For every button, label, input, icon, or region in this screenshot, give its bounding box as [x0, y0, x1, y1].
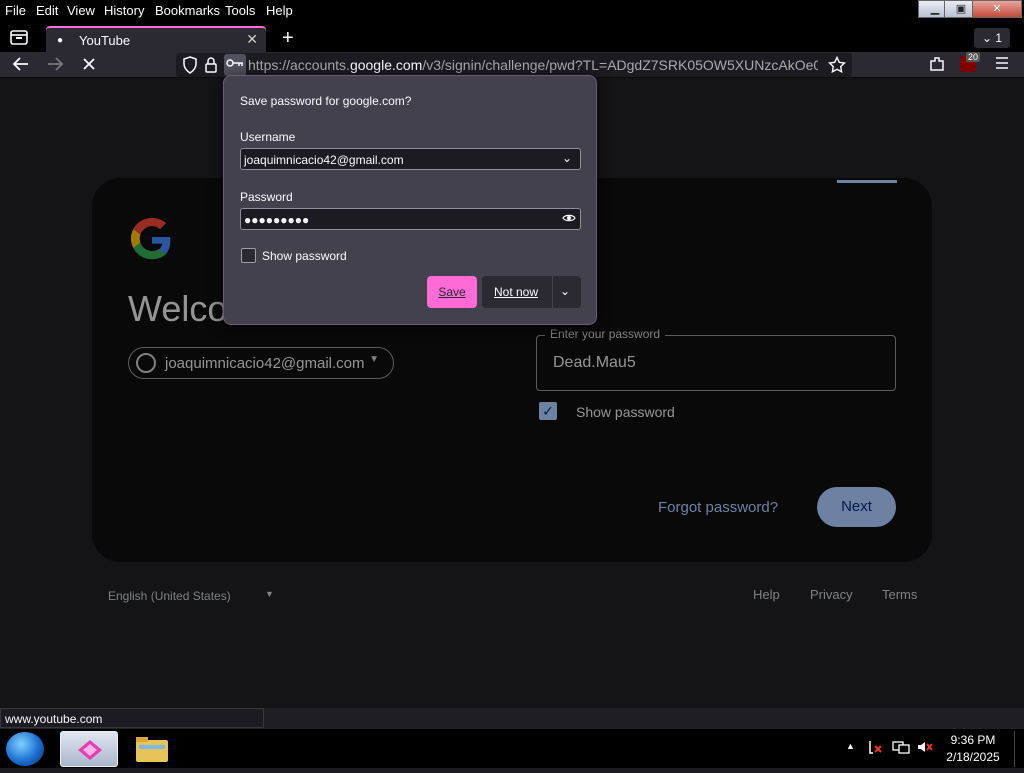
url-path: /v3/signin/challenge/pwd?TL=ADgdZ7SRK05O… — [422, 57, 818, 73]
clock-time: 9:36 PM — [950, 733, 996, 747]
menu-help[interactable]: Help — [266, 3, 293, 18]
system-clock[interactable]: 9:36 PM 2/18/2025 — [940, 733, 1006, 764]
tab-youtube[interactable]: ● YouTube ✕ — [46, 26, 266, 52]
password-field[interactable]: ●●●●●●●●● — [240, 208, 581, 230]
chevron-down-icon[interactable]: ⌄ — [560, 284, 570, 298]
show-password-label: Show password — [262, 249, 347, 263]
menu-icon[interactable] — [994, 55, 1010, 76]
taskbar: ▲ 9:36 PM 2/18/2025 — [0, 728, 1024, 768]
stop-icon[interactable] — [80, 55, 98, 78]
menu-file[interactable]: File — [5, 3, 26, 18]
save-button[interactable]: Save — [427, 276, 477, 308]
not-now-label: Not now — [494, 285, 539, 299]
start-button[interactable] — [6, 732, 44, 766]
username-value: joaquimnicacio42@gmail.com — [244, 153, 404, 167]
button-divider — [552, 276, 553, 308]
key-icon[interactable] — [224, 54, 246, 76]
folder-icon — [136, 737, 168, 762]
username-field[interactable]: joaquimnicacio42@gmail.com ⌄ — [240, 148, 581, 170]
extensions-icon[interactable] — [928, 55, 946, 78]
taskbar-firefox-button[interactable] — [60, 731, 118, 767]
menu-view[interactable]: View — [67, 3, 95, 18]
tab-loading-icon: ● — [57, 35, 64, 46]
lock-icon[interactable] — [204, 56, 218, 79]
back-icon[interactable] — [12, 55, 30, 78]
url-bar[interactable]: https://accounts.google.com/v3/signin/ch… — [176, 53, 852, 77]
firefox-view-icon[interactable] — [8, 27, 32, 49]
status-bar: www.youtube.com — [0, 708, 264, 728]
popup-title: Save password for google.com? — [240, 94, 412, 108]
show-password-checkbox[interactable] — [241, 248, 256, 263]
not-now-button[interactable]: Not now ⌄ — [482, 276, 581, 308]
url-text[interactable]: https://accounts.google.com/v3/signin/ch… — [248, 57, 818, 73]
star-icon[interactable] — [827, 55, 847, 79]
shield-icon[interactable] — [182, 56, 198, 79]
tab-count: 1 — [995, 31, 1003, 45]
close-window-button[interactable]: ✕ — [972, 0, 1022, 18]
save-password-popup: Save password for google.com? Username j… — [223, 75, 597, 325]
clock-date: 2/18/2025 — [946, 750, 1000, 764]
chevron-down-icon: ⌄ — [981, 31, 993, 45]
chevron-down-icon[interactable]: ⌄ — [562, 151, 572, 165]
new-tab-button[interactable]: + — [282, 27, 294, 50]
tab-title: YouTube — [79, 33, 131, 48]
close-tab-icon[interactable]: ✕ — [246, 31, 258, 48]
url-domain: google.com — [349, 57, 423, 73]
list-all-tabs-button[interactable]: ⌄ 1 — [974, 28, 1010, 48]
url-prefix: https://accounts. — [248, 57, 350, 73]
password-label: Password — [240, 190, 293, 204]
tab-strip: ● YouTube ✕ + ⌄ 1 — [0, 22, 1024, 52]
menu-bookmarks[interactable]: Bookmarks — [155, 3, 220, 18]
ublock-badge: 20 — [966, 52, 981, 62]
password-value: ●●●●●●●●● — [244, 213, 310, 227]
menu-tools[interactable]: Tools — [225, 3, 255, 18]
status-url: www.youtube.com — [5, 712, 103, 726]
menu-history[interactable]: History — [104, 3, 144, 18]
volume-muted-icon[interactable] — [916, 739, 934, 758]
eye-icon[interactable] — [562, 211, 576, 228]
forward-icon[interactable] — [46, 55, 64, 78]
network-icon[interactable] — [892, 739, 910, 758]
menu-edit[interactable]: Edit — [36, 3, 58, 18]
firefox-window: File Edit View History Bookmarks Tools H… — [0, 0, 1024, 768]
username-label: Username — [240, 130, 296, 144]
show-hidden-icons-button[interactable]: ▲ — [846, 741, 855, 751]
taskbar-explorer-button[interactable] — [122, 731, 180, 767]
menu-bar: File Edit View History Bookmarks Tools H… — [0, 0, 1024, 22]
show-desktop-button[interactable] — [1014, 731, 1022, 767]
action-center-icon[interactable] — [868, 739, 884, 758]
firefox-icon — [78, 740, 102, 760]
